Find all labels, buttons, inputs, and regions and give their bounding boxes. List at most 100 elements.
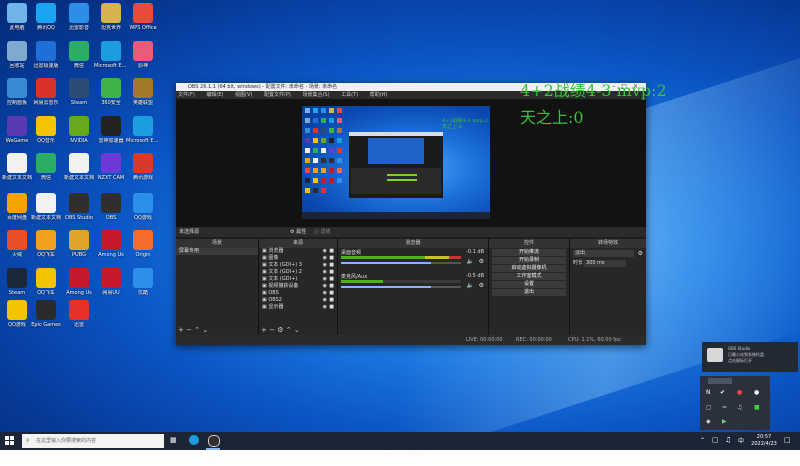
source-item[interactable]: ▣ OBS ◉ ■ [259, 290, 337, 297]
windows-start-icon[interactable] [5, 436, 15, 446]
add-source-icon[interactable]: + [261, 326, 267, 334]
desktop-icon[interactable]: 网易UU [94, 268, 128, 296]
source-item[interactable]: ▣ 浏览器 ◉ ■ [259, 248, 337, 255]
visibility-eye-icon[interactable]: ◉ [323, 297, 327, 304]
speaker-icon[interactable]: 🔈 [467, 258, 474, 265]
transition-select[interactable]: 淡出 [573, 250, 634, 257]
studio-mode-button[interactable]: 工作室模式 [492, 273, 566, 280]
gear-icon[interactable]: ⚙ [479, 258, 484, 265]
menu-edit[interactable]: 编辑(E) [206, 92, 223, 98]
lock-icon[interactable]: ■ [329, 262, 334, 269]
move-up-icon[interactable]: ⌃ [286, 326, 292, 334]
visibility-eye-icon[interactable]: ◉ [323, 276, 327, 283]
desktop-icon[interactable]: 迅雷极速版 [29, 41, 63, 69]
source-item[interactable]: ▣ 文本 (GDI+) ◉ ■ [259, 276, 337, 283]
move-down-icon[interactable]: ⌄ [202, 326, 208, 334]
source-item[interactable]: ▣ 视频捕获设备 ◉ ■ [259, 283, 337, 290]
duration-input[interactable]: 300 ms [584, 260, 626, 267]
clock[interactable]: 20:57 2022/4/23 [748, 434, 780, 448]
desktop-icon[interactable]: NZXT CAM [94, 153, 128, 181]
volume-icon[interactable]: ♫ [725, 436, 731, 444]
menu-file[interactable]: 文件(F) [178, 92, 195, 98]
menu-tools[interactable]: 工具(T) [341, 92, 358, 98]
visibility-eye-icon[interactable]: ◉ [323, 269, 327, 276]
desktop-icon[interactable]: OBS [94, 193, 128, 221]
desktop-icon[interactable]: Among Us [62, 268, 96, 296]
volume-slider[interactable] [341, 286, 461, 288]
desktop-icon[interactable]: QQ飞车 [29, 230, 63, 258]
shield-icon[interactable]: ◆ [706, 418, 711, 425]
menu-view[interactable]: 视图(V) [235, 92, 252, 98]
desktop-icon[interactable]: 英雄联盟 [126, 78, 160, 106]
source-item[interactable]: ▣ 文本 (GDI+) 2 ◉ ■ [259, 269, 337, 276]
lock-icon[interactable]: ■ [329, 248, 334, 255]
desktop-icon[interactable]: 迅雷 [62, 300, 96, 328]
desktop-icon[interactable]: 优酷 [126, 268, 160, 296]
gear-icon[interactable]: ⚙ [638, 250, 643, 257]
network-icon[interactable]: ▢ [712, 436, 719, 444]
desktop-icon[interactable]: 原神 [126, 41, 160, 69]
visibility-eye-icon[interactable]: ◉ [323, 290, 327, 297]
check-icon[interactable]: ✔ [720, 389, 725, 396]
record-icon[interactable]: ● [737, 389, 742, 396]
monitor-icon[interactable]: ▢ [706, 404, 712, 411]
desktop-icon[interactable]: Epic Games [29, 300, 63, 328]
ime-icon[interactable]: 中 [738, 436, 744, 445]
desktop-icon[interactable]: WPS Office [126, 3, 160, 31]
visibility-eye-icon[interactable]: ◉ [323, 283, 327, 290]
menu-scene-collection[interactable]: 场景集合(S) [302, 92, 329, 98]
desktop-icon[interactable]: 腾讯游戏 [126, 153, 160, 181]
desktop-icon[interactable]: 微信 [62, 41, 96, 69]
settings-button[interactable]: 设置 [492, 281, 566, 288]
desktop-icon[interactable]: PUBG [62, 230, 96, 258]
visibility-eye-icon[interactable]: ◉ [323, 262, 327, 269]
desktop-icon[interactable]: Origin [126, 230, 160, 258]
lock-icon[interactable]: ■ [329, 276, 334, 283]
source-item[interactable]: ▣ 显示器 ◉ ■ [259, 304, 337, 311]
desktop-icon[interactable]: Microsoft Edge [94, 41, 128, 69]
tray-chevron-icon[interactable]: ⌃ [700, 437, 705, 444]
app-n-icon[interactable]: N [706, 389, 711, 396]
visibility-eye-icon[interactable]: ◉ [323, 304, 327, 311]
filters-button[interactable]: ◫ 滤镜 [314, 227, 330, 237]
search-input[interactable]: ⚲ 在这里输入你要搜索的内容 [22, 434, 164, 448]
desktop-icon[interactable]: QQ飞车 [29, 268, 63, 296]
nvidia-icon[interactable]: ▶ [722, 418, 727, 425]
speaker-icon[interactable]: 🔈 [467, 282, 474, 289]
exit-button[interactable]: 退出 [492, 289, 566, 296]
gear-icon[interactable]: ⚙ [479, 282, 484, 289]
desktop-icon[interactable]: NVIDIA [62, 116, 96, 144]
task-view-icon[interactable]: ▦ [170, 436, 177, 444]
desktop-icon[interactable]: Steam [62, 78, 96, 106]
volume-slider[interactable] [341, 262, 461, 264]
menu-profile[interactable]: 配置文件(P) [264, 92, 291, 98]
move-up-icon[interactable]: ⌃ [194, 326, 200, 334]
remove-source-icon[interactable]: − [269, 326, 275, 334]
source-item[interactable]: ▣ 图像 ◉ ■ [259, 255, 337, 262]
notification-popup[interactable]: OBS Studio 已最小化到系统托盘 点击图标打开 [702, 342, 798, 372]
lock-icon[interactable]: ■ [329, 304, 334, 311]
lock-icon[interactable]: ■ [329, 290, 334, 297]
desktop-icon[interactable]: QQ音乐 [29, 116, 63, 144]
desktop-icon[interactable]: 新建文本文档 [62, 153, 96, 181]
source-settings-icon[interactable]: ⚙ [277, 326, 283, 334]
desktop-icon[interactable]: OBS Studio [62, 193, 96, 221]
source-item[interactable]: ▣ 文本 (GDI+) 3 ◉ ■ [259, 262, 337, 269]
desktop-icon[interactable]: Microsoft Edge [126, 116, 160, 144]
desktop-icon[interactable]: 腾讯QQ [29, 3, 63, 31]
move-down-icon[interactable]: ⌄ [294, 326, 300, 334]
volume-icon[interactable]: ♫ [737, 404, 742, 411]
start-virtual-camera-button[interactable]: 启动虚拟摄像机 [492, 265, 566, 272]
microphone-icon[interactable]: ● [754, 389, 759, 396]
remove-scene-icon[interactable]: − [186, 326, 192, 334]
visibility-eye-icon[interactable]: ◉ [323, 255, 327, 262]
desktop-icon[interactable]: 网易云音乐 [29, 78, 63, 106]
desktop-icon[interactable]: 雷神加速器 [94, 116, 128, 144]
wechat-icon[interactable]: ■ [754, 404, 760, 411]
desktop-icon[interactable]: Among Us [94, 230, 128, 258]
obs-taskbar-icon[interactable] [208, 435, 220, 447]
lock-icon[interactable]: ■ [329, 269, 334, 276]
source-item[interactable]: ▣ OBS2 ◉ ■ [259, 297, 337, 304]
add-scene-icon[interactable]: + [178, 326, 184, 334]
desktop-icon[interactable]: 360安全 [94, 78, 128, 106]
